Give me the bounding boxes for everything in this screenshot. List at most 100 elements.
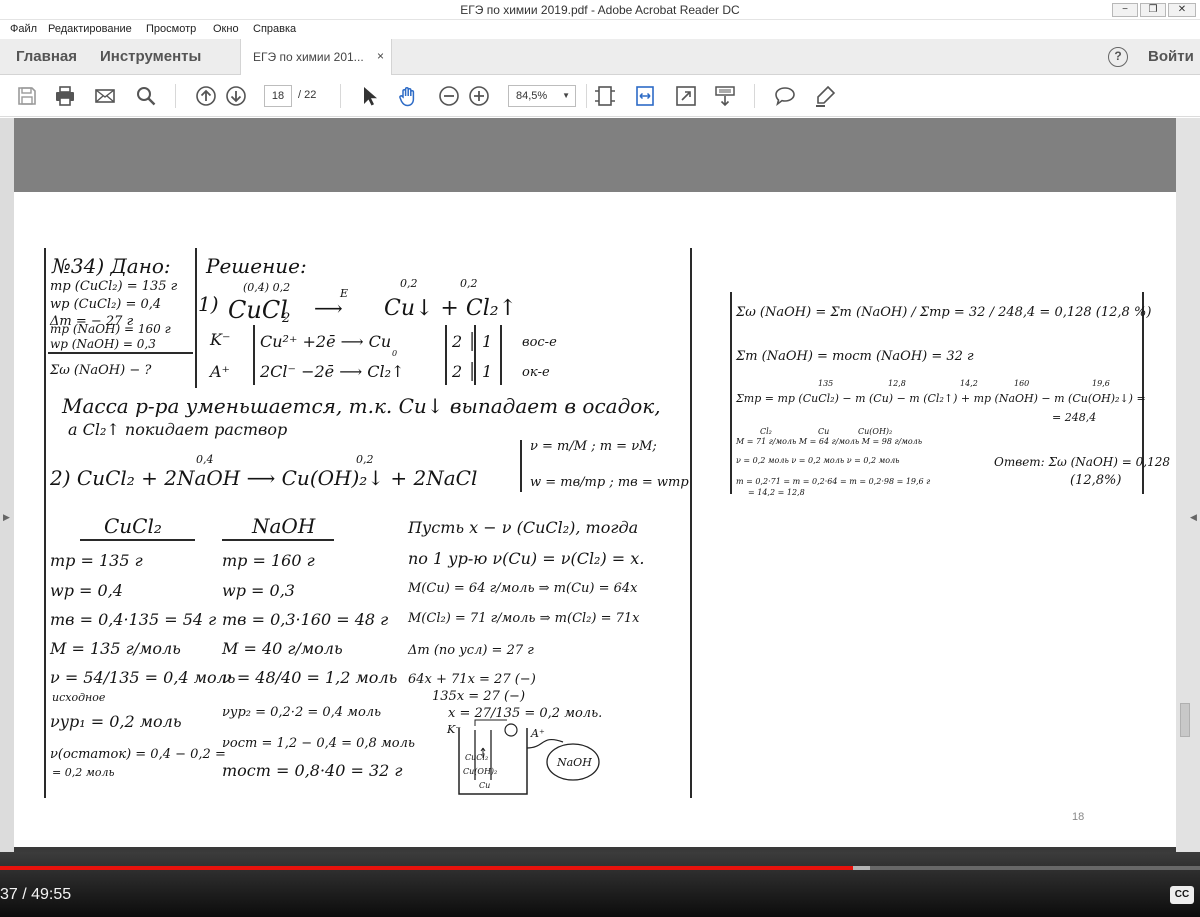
- menu-file[interactable]: Файл: [10, 23, 37, 35]
- molar-label: Cl₂: [760, 427, 772, 436]
- cathode-label: K⁻: [210, 330, 231, 349]
- scrollbar-thumb[interactable]: [1180, 703, 1190, 737]
- calc-line: Пусть x − ν (CuCl₂), тогда: [408, 518, 639, 537]
- login-link[interactable]: Войти: [1148, 48, 1194, 65]
- close-tab-icon[interactable]: ×: [377, 49, 384, 63]
- calc-line: M(Cu) = 64 г/моль ⇒ m(Cu) = 64x: [408, 581, 638, 596]
- video-controls-bar: [0, 852, 1200, 917]
- menu-view[interactable]: Просмотр: [146, 23, 196, 35]
- electrolysis-cell-diagram: K⁻ A⁺ CuCl₂ Cu(OH)₂ Cu NaOH: [445, 718, 605, 805]
- calc-line: M(Cl₂) = 71 г/моль ⇒ m(Cl₂) = 71x: [408, 611, 640, 626]
- toolbar-separator: [175, 84, 176, 108]
- diagram-cucl2: CuCl₂: [465, 753, 489, 762]
- menu-bar: Файл Редактирование Просмотр Окно Справк…: [0, 20, 1200, 39]
- tab-tools[interactable]: Инструменты: [100, 48, 201, 65]
- fit-page-icon[interactable]: [594, 85, 616, 107]
- molar-masses-line: M = 71 г/моль M = 64 г/моль M = 98 г/мол…: [736, 437, 923, 446]
- left-panel-expand-icon[interactable]: ▶: [3, 512, 10, 523]
- given-line: wр (CuCl₂) = 0,4: [50, 297, 162, 312]
- cucl2-line: wр = 0,4: [50, 581, 123, 600]
- diagram-cu: Cu: [479, 781, 491, 790]
- zoom-out-icon[interactable]: [438, 85, 460, 107]
- eq2: 2) CuCl₂ + 2NaOH ⟶ Cu(OH)₂↓ + 2NaCl: [50, 466, 478, 490]
- full-screen-icon[interactable]: [675, 85, 697, 107]
- comment-icon[interactable]: [774, 85, 796, 107]
- eq1-arrow: ⟶: [314, 296, 343, 320]
- toolbar-separator: [586, 84, 587, 108]
- captions-icon[interactable]: CC: [1170, 886, 1194, 904]
- electrolysis-divider: [500, 325, 502, 385]
- menu-window[interactable]: Окно: [213, 23, 239, 35]
- result-fraction-line: Σω (NaOH) = Σm (NaOH) / Σmр = 32 / 248,4…: [736, 305, 1152, 320]
- chevron-down-icon: ▼: [562, 91, 570, 100]
- molar-label: Cu(OH)₂: [858, 427, 893, 436]
- molar-label: Cu: [818, 427, 830, 436]
- eq1-product-coef: 0,2: [460, 277, 478, 290]
- naoh-line: ν = 48/40 = 1,2 моль: [222, 668, 398, 687]
- naoh-line: mост = 0,8·40 = 32 г: [222, 761, 403, 780]
- left-side-panel: [0, 118, 14, 852]
- zoom-in-icon[interactable]: [468, 85, 490, 107]
- eq1-number: 1): [198, 292, 219, 316]
- over-value: 160: [1014, 379, 1030, 388]
- page-number-input[interactable]: 18: [264, 85, 292, 107]
- select-arrow-icon[interactable]: [358, 85, 380, 107]
- maximize-button[interactable]: ❐: [1140, 3, 1166, 17]
- solution-title: Решение:: [206, 254, 307, 278]
- calc-line: по 1 ур-ю ν(Cu) = ν(Cl₂) = x.: [408, 549, 645, 568]
- anode-label: A⁺: [210, 362, 230, 381]
- highlight-pen-icon[interactable]: [814, 85, 836, 107]
- left-border-line: [44, 248, 46, 798]
- diagram-naoh: NaOH: [557, 756, 592, 769]
- tab-bar: Главная Инструменты ЕГЭ по химии 201... …: [0, 39, 1200, 75]
- right-panel-expand-icon[interactable]: ◀: [1190, 512, 1197, 523]
- naoh-line: mв = 0,3·160 = 48 г: [222, 610, 389, 629]
- menu-help[interactable]: Справка: [253, 23, 296, 35]
- hand-tool-icon[interactable]: [397, 85, 419, 107]
- cucl2-line: M = 135 г/моль: [50, 639, 181, 658]
- close-window-button[interactable]: ✕: [1168, 3, 1196, 17]
- search-icon[interactable]: [135, 85, 157, 107]
- cathode-factors: 2 │ 1: [452, 332, 493, 351]
- menu-edit[interactable]: Редактирование: [48, 23, 132, 35]
- naoh-line: wр = 0,3: [222, 581, 295, 600]
- email-icon[interactable]: [94, 85, 116, 107]
- note-line: Масса р-ра уменьшается, т.к. Cu↓ выпадае…: [62, 394, 661, 418]
- cucl2-line: ν(остаток) = 0,4 − 0,2 =: [50, 747, 226, 762]
- calc-line: Δm (по усл) = 27 г: [408, 643, 534, 658]
- eq1-reactant: CuCl: [228, 296, 288, 324]
- masses-line: m = 0,2·71 = m = 0,2·64 = m = 0,2·98 = 1…: [736, 477, 931, 486]
- given-line: wр (NaOH) = 0,3: [50, 337, 156, 351]
- eq1-reactant-subscript: 2: [282, 311, 291, 326]
- scroll-mode-icon[interactable]: [714, 85, 736, 107]
- window-title-bar: ЕГЭ по химии 2019.pdf - Adobe Acrobat Re…: [0, 0, 1200, 20]
- cucl2-line: νур₁ = 0,2 моль: [50, 712, 182, 731]
- help-icon[interactable]: ?: [1108, 47, 1128, 67]
- naoh-column-title: NaOH: [252, 514, 316, 538]
- save-icon[interactable]: [16, 85, 38, 107]
- cucl2-line: исходное: [52, 691, 106, 704]
- masses-line-2: = 14,2 = 12,8: [748, 488, 805, 497]
- page-down-icon[interactable]: [225, 85, 247, 107]
- zoom-level-select[interactable]: 84,5% ▼: [508, 85, 576, 107]
- formula-divider-line: [520, 440, 522, 492]
- video-played-bar: [0, 866, 854, 870]
- oxidation-state-zero: 0: [392, 349, 398, 358]
- result-solution-mass-value: = 248,4: [1052, 411, 1097, 424]
- over-value: 19,6: [1092, 379, 1110, 388]
- naoh-line: νур₂ = 0,2·2 = 0,4 моль: [222, 705, 382, 720]
- naoh-underline: [222, 539, 334, 541]
- right-scrollbar[interactable]: [1176, 118, 1200, 852]
- fit-width-icon[interactable]: [634, 85, 656, 107]
- eq1-product-coef: 0,2: [400, 277, 418, 290]
- formula-mass-fraction: w = mв/mр ; mв = wmр: [530, 475, 689, 490]
- tab-home[interactable]: Главная: [16, 48, 77, 65]
- tab-document[interactable]: ЕГЭ по химии 201... ×: [240, 39, 392, 75]
- document-tab-label: ЕГЭ по химии 201...: [253, 50, 364, 64]
- minimize-button[interactable]: −: [1112, 3, 1138, 17]
- toolbar: 18 / 22 84,5% ▼: [0, 75, 1200, 117]
- anode-half-reaction: 2Cl⁻ −2ē ⟶ Cl₂↑: [260, 362, 405, 381]
- page-up-icon[interactable]: [195, 85, 217, 107]
- print-icon[interactable]: [54, 85, 76, 107]
- diagram-cuoh2: Cu(OH)₂: [463, 767, 498, 776]
